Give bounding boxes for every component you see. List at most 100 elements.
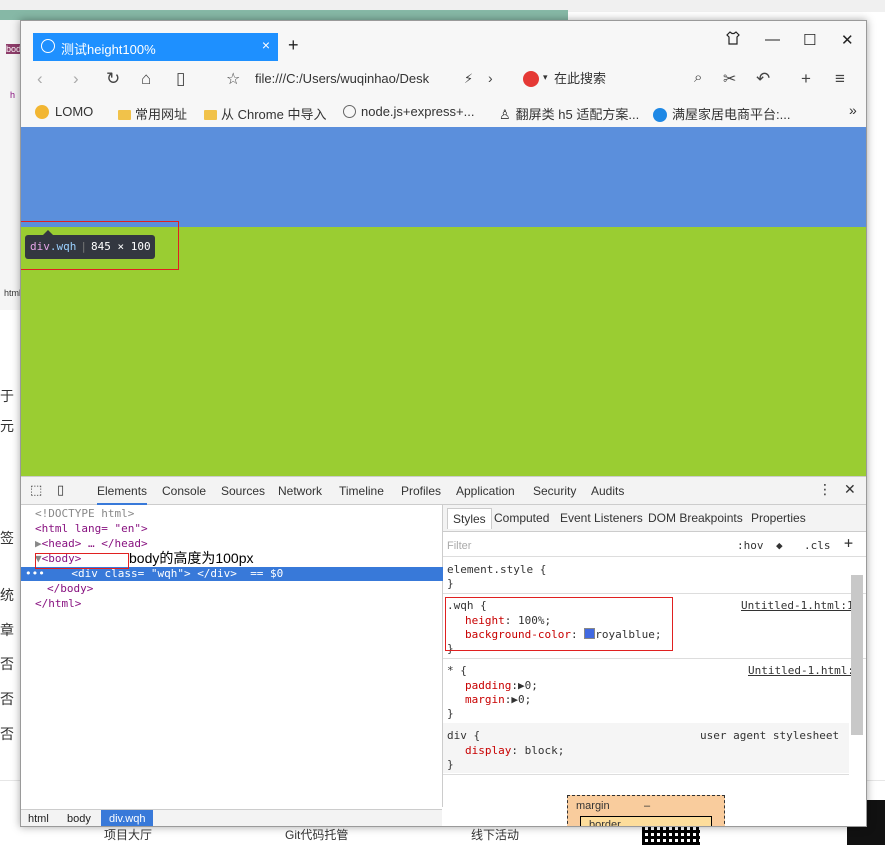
dom-node[interactable]: </html> [21,597,456,611]
tab-title: 测试height100% [61,42,156,57]
box-model-margin-value[interactable]: – [644,800,650,812]
bg-fragment: 否 [0,726,14,742]
tab-event-listeners[interactable]: Event Listeners [560,511,643,525]
reader-icon[interactable]: ▯ [176,69,185,89]
bg-fragment: 元 [0,418,14,434]
tab-timeline[interactable]: Timeline [339,484,384,498]
maximize-button[interactable]: ☐ [803,31,816,49]
devtools-tab-bar: ⬚ ▯ Elements Console Sources Network Tim… [21,477,866,505]
bookmark-item[interactable]: LOMO [35,104,93,119]
bookmark-item[interactable]: node.js+express+... [343,104,474,119]
rule-selector[interactable]: div { [447,729,480,743]
chevron-right-icon[interactable]: › [488,70,493,86]
hov-toggle[interactable]: :hov [737,539,764,553]
rule-selector[interactable]: element.style { [447,563,546,577]
tab-properties[interactable]: Properties [751,511,806,525]
box-model-border-label: border [589,819,621,827]
new-tab-button[interactable]: + [288,35,299,56]
tab-styles[interactable]: Styles [447,508,492,529]
address-bar[interactable]: file:///C:/Users/wuqinhao/Desk [255,68,540,90]
menu-icon[interactable]: ≡ [835,69,845,89]
annotation-box [35,553,129,569]
scissors-icon[interactable]: ✂ [723,69,736,89]
dom-node[interactable]: <!DOCTYPE html> [21,507,456,521]
breadcrumb-item-active[interactable]: div.wqh [101,810,154,826]
folder-icon [118,110,131,120]
styles-tab-bar: Styles Computed Event Listeners DOM Brea… [443,505,866,532]
bg-fragment: h [10,90,16,100]
tab-console[interactable]: Console [162,484,206,498]
tab-application[interactable]: Application [456,484,515,498]
bookmark-star-icon[interactable]: ☆ [226,69,240,89]
kebab-menu-icon[interactable]: ⋮ [818,481,832,498]
dom-node[interactable]: </body> [21,582,468,596]
lomo-icon [35,105,49,119]
dom-node-selected[interactable]: ••• <div class= "wqh"> </div> == $0 [21,567,446,581]
tab-sources[interactable]: Sources [221,484,265,498]
dom-breadcrumbs: html body div.wqh [21,809,442,826]
bookmark-item[interactable]: 从 Chrome 中导入 [204,104,326,123]
annotation-box [21,221,179,270]
undo-icon[interactable]: ↶ [756,69,770,89]
rule-source-link[interactable]: Untitled-1.html:19 [741,599,860,613]
inspect-icon[interactable]: ⬚ [30,482,42,498]
device-icon[interactable]: ▯ [57,482,64,498]
footer-link[interactable]: 线下活动 [471,826,519,843]
globe-icon [41,39,55,53]
globe-icon [343,105,356,118]
chevron-down-icon[interactable]: ▾ [543,72,548,83]
home-icon[interactable]: ⌂ [141,69,151,89]
tab-security[interactable]: Security [533,484,576,498]
css-declaration[interactable]: margin:▶0; [465,693,531,707]
tab-profiles[interactable]: Profiles [401,484,441,498]
footer-link[interactable]: 项目大厅 [104,826,152,843]
search-engine-icon[interactable] [523,71,539,87]
shirt-icon[interactable] [726,31,740,49]
tab-close-button[interactable]: × [262,37,270,53]
breadcrumb-item[interactable]: html [28,813,49,825]
bookmark-item[interactable]: ♙ 翻屏类 h5 适配方案... [499,104,639,123]
div-wqh-highlight[interactable] [21,127,866,227]
annotation-text: body的高度为100px [129,550,254,566]
dom-node[interactable]: <html lang= "en"> [21,522,456,536]
cls-toggle[interactable]: .cls [804,539,831,553]
rule-selector[interactable]: * { [447,664,467,678]
rule-source-link[interactable]: Untitled-1.html:8 [748,664,861,678]
search-icon[interactable]: ⌕ [694,69,702,86]
search-input[interactable]: 在此搜索 [554,68,734,90]
color-format-icon[interactable]: ◆ [776,539,783,553]
bookmark-item[interactable]: 常用网址 [118,104,187,123]
rule-source-label: user agent stylesheet [700,729,840,742]
tab-audits[interactable]: Audits [591,484,624,498]
new-rule-icon[interactable]: + [844,536,853,551]
tab-network[interactable]: Network [278,484,322,498]
devtools-panel: ⬚ ▯ Elements Console Sources Network Tim… [21,476,866,827]
reload-icon[interactable]: ↻ [106,69,120,89]
devtools-close-icon[interactable]: ✕ [844,481,856,498]
styles-scrollbar[interactable] [851,575,863,735]
add-icon[interactable]: + [801,69,811,89]
bookmarks-bar: LOMO 常用网址 从 Chrome 中导入 node.js+express+.… [21,97,866,128]
back-icon[interactable]: ‹ [37,69,43,89]
css-declaration[interactable]: padding:▶0; [465,679,538,693]
page-viewport: div.wqh | 845 × 100 [21,127,866,476]
minimize-button[interactable]: — [765,31,780,48]
bookmark-item[interactable]: 满屋家居电商平台:... [653,104,790,123]
css-declaration[interactable]: display: block; [465,744,564,758]
tab-elements[interactable]: Elements [97,484,148,505]
background-devtools-fragment [0,20,21,310]
rule-brace: } [447,577,454,590]
window-close-button[interactable]: ✕ [841,31,854,49]
styles-filter-input[interactable]: Filter [447,539,471,553]
footer-link[interactable]: Git代码托管 [285,826,348,843]
bookmarks-more-button[interactable]: » [849,102,857,118]
rule-brace: } [447,707,454,720]
breadcrumb-item[interactable]: body [67,813,91,825]
flash-icon[interactable]: ⚡ [464,71,473,87]
browser-tab[interactable]: 测试height100% × [33,33,278,61]
bg-fragment: 章 [0,622,14,638]
site-icon [653,108,667,122]
forward-icon[interactable]: › [73,69,79,89]
tab-dom-breakpoints[interactable]: DOM Breakpoints [648,511,743,525]
tab-computed[interactable]: Computed [494,511,549,525]
